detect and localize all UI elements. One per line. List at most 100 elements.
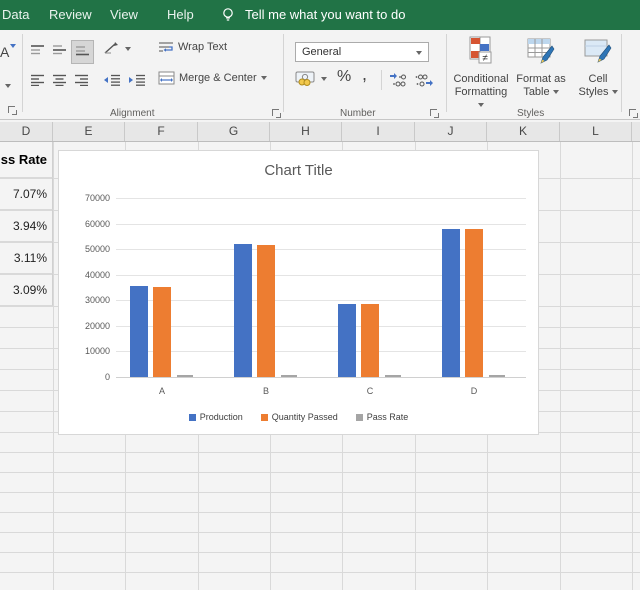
cell-styles-icon xyxy=(570,36,626,70)
bar-pass-rate-D[interactable] xyxy=(489,375,505,377)
bar-pass-rate-A[interactable] xyxy=(177,375,193,377)
ribbon: A Wrap Text xyxy=(0,30,640,120)
y-axis-tick-label: 40000 xyxy=(70,270,110,280)
column-header-J[interactable]: J xyxy=(415,122,487,141)
bar-quantity-passed-C[interactable] xyxy=(361,304,379,377)
dropdown-arrow[interactable] xyxy=(10,44,16,48)
cell-pass-rate-value[interactable]: 3.09% xyxy=(0,274,53,306)
gridline xyxy=(0,572,640,573)
alignment-dialog-launcher-icon[interactable] xyxy=(272,109,281,118)
bar-pass-rate-C[interactable] xyxy=(385,375,401,377)
tell-me-search[interactable]: Tell me what you want to do xyxy=(245,0,405,30)
accounting-format-button[interactable] xyxy=(295,70,317,91)
cell-pass-rate-header[interactable]: ss Rate xyxy=(0,142,53,178)
tab-data[interactable]: Data xyxy=(2,0,29,30)
group-separator xyxy=(22,34,23,112)
dropdown-arrow[interactable] xyxy=(553,90,559,94)
column-header-row: DEFGHIJKL xyxy=(0,122,640,142)
cell-pass-rate-value[interactable]: 3.94% xyxy=(0,210,53,242)
number-format-select[interactable]: General xyxy=(295,42,429,62)
legend-item-quantity-passed[interactable]: Quantity Passed xyxy=(261,412,338,422)
dropdown-arrow[interactable] xyxy=(5,84,11,88)
dropdown-arrow[interactable] xyxy=(478,103,484,107)
column-header-I[interactable]: I xyxy=(342,122,415,141)
legend-swatch xyxy=(261,414,268,421)
align-bottom-button[interactable] xyxy=(71,40,94,64)
format-as-table-icon xyxy=(513,36,569,70)
conditional-formatting-button[interactable]: ≠ Conditional Formatting xyxy=(453,36,509,112)
decrease-indent-button[interactable] xyxy=(103,73,121,91)
column-header-H[interactable]: H xyxy=(270,122,342,141)
align-center-button[interactable] xyxy=(52,73,67,91)
group-separator xyxy=(446,34,447,112)
dropdown-arrow[interactable] xyxy=(321,77,327,81)
bar-production-B[interactable] xyxy=(234,244,252,377)
merge-center-button[interactable]: Merge & Center xyxy=(158,71,267,85)
merge-center-icon xyxy=(158,71,175,85)
dropdown-arrow[interactable] xyxy=(261,76,267,80)
dropdown-arrow[interactable] xyxy=(125,47,131,51)
comma-style-button[interactable]: , xyxy=(362,64,367,85)
align-middle-button[interactable] xyxy=(52,43,67,61)
column-header-L[interactable]: L xyxy=(560,122,632,141)
column-header-K[interactable]: K xyxy=(487,122,560,141)
tab-view[interactable]: View xyxy=(110,0,138,30)
cell-pass-rate-value[interactable]: 7.07% xyxy=(0,178,53,210)
align-right-button[interactable] xyxy=(74,73,89,91)
percent-style-button[interactable]: % xyxy=(337,68,351,86)
cell-styles-button[interactable]: Cell Styles xyxy=(570,36,626,99)
wrap-text-button[interactable]: Wrap Text xyxy=(158,40,227,54)
bar-pass-rate-B[interactable] xyxy=(281,375,297,377)
alignment-group-label: Alignment xyxy=(110,108,154,119)
font-color-remnant[interactable]: A xyxy=(0,44,9,60)
chart-legend[interactable]: Production Quantity Passed Pass Rate xyxy=(59,412,538,422)
number-format-value: General xyxy=(302,46,341,58)
styles-dialog-launcher-icon[interactable] xyxy=(629,109,638,118)
text-orientation-button[interactable] xyxy=(103,40,121,61)
column-header-D[interactable]: D xyxy=(0,122,53,141)
tab-review[interactable]: Review xyxy=(49,0,92,30)
cell-pass-rate-value[interactable]: 3.11% xyxy=(0,242,53,274)
column-header-G[interactable]: G xyxy=(198,122,270,141)
y-axis-tick-label: 50000 xyxy=(70,244,110,254)
ribbon-tab-bar: Data Review View Help Tell me what you w… xyxy=(0,0,640,30)
bar-quantity-passed-D[interactable] xyxy=(465,229,483,377)
bar-production-A[interactable] xyxy=(130,286,148,377)
bar-quantity-passed-B[interactable] xyxy=(257,245,275,377)
embedded-bar-chart[interactable]: Chart Title 0100002000030000400005000060… xyxy=(58,150,539,435)
y-axis-tick-label: 0 xyxy=(70,372,110,382)
number-dialog-launcher-icon[interactable] xyxy=(430,109,439,118)
font-dialog-launcher-icon[interactable] xyxy=(8,106,17,115)
tab-help[interactable]: Help xyxy=(167,0,194,30)
conditional-formatting-icon: ≠ xyxy=(453,36,509,70)
legend-item-production[interactable]: Production xyxy=(189,412,243,422)
dropdown-arrow[interactable] xyxy=(416,51,422,55)
increase-decimal-button[interactable] xyxy=(389,71,409,92)
number-group-label: Number xyxy=(340,108,376,119)
increase-indent-button[interactable] xyxy=(128,73,146,91)
align-left-button[interactable] xyxy=(30,73,45,91)
y-axis-tick-label: 30000 xyxy=(70,295,110,305)
legend-label: Pass Rate xyxy=(367,412,409,422)
column-header-F[interactable]: F xyxy=(125,122,198,141)
dropdown-arrow[interactable] xyxy=(612,90,618,94)
bar-production-C[interactable] xyxy=(338,304,356,377)
conditional-formatting-label: Conditional xyxy=(453,73,508,85)
align-top-button[interactable] xyxy=(30,43,45,61)
chart-title[interactable]: Chart Title xyxy=(59,162,538,179)
x-axis-category-label: A xyxy=(147,386,177,396)
bar-production-D[interactable] xyxy=(442,229,460,377)
legend-item-pass-rate[interactable]: Pass Rate xyxy=(356,412,409,422)
column-header-E[interactable]: E xyxy=(53,122,125,141)
x-axis-line xyxy=(116,377,526,378)
svg-text:≠: ≠ xyxy=(482,53,488,64)
bar-quantity-passed-A[interactable] xyxy=(153,287,171,377)
cell-styles-label: Cell xyxy=(589,73,608,85)
worksheet-grid[interactable]: ss Rate7.07%3.94%3.11%3.09% Chart Title … xyxy=(0,142,640,590)
decrease-decimal-button[interactable] xyxy=(414,71,434,92)
merge-center-label: Merge & Center xyxy=(179,72,257,84)
wrap-text-icon xyxy=(158,40,174,54)
gridline xyxy=(0,532,640,533)
format-as-table-button[interactable]: Format as Table xyxy=(513,36,569,99)
gridline xyxy=(0,552,640,553)
